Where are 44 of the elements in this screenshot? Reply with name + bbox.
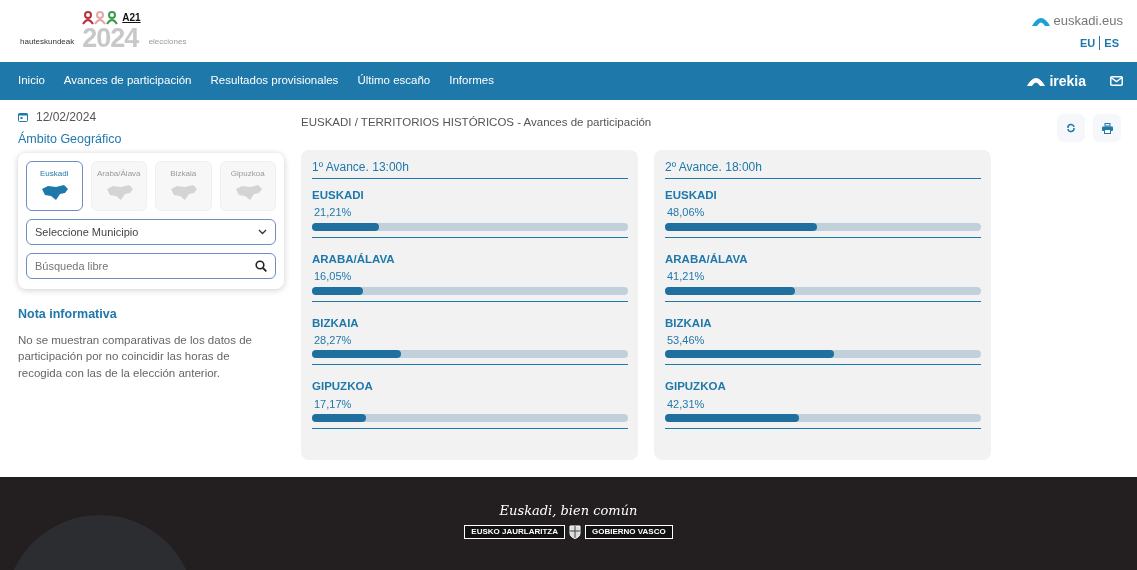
region-name: EUSKADI bbox=[312, 188, 365, 203]
region-tab[interactable]: Gipuzkoa bbox=[219, 160, 276, 211]
logo-label: A21 bbox=[122, 11, 141, 25]
portal-name[interactable]: euskadi.eus bbox=[1053, 11, 1123, 31]
note-text: No se muestran comparativas de los datos de participación por no coincidir las horas de recogida con las de la elección anterior. bbox=[18, 332, 253, 381]
card-title: 2º Avance. 18:00h bbox=[665, 158, 981, 179]
nav-link[interactable]: Resultados provisionales bbox=[210, 72, 339, 90]
region-tab[interactable]: Bizkaia bbox=[155, 160, 212, 211]
percentage-value: 48,06% bbox=[666, 205, 706, 221]
section-title: Ámbito Geográfico bbox=[18, 130, 123, 148]
percentage-value: 21,21% bbox=[313, 205, 353, 221]
region-name: EUSKADI bbox=[665, 188, 718, 203]
slogan-text: Euskadi, bien común bbox=[499, 502, 638, 520]
nav-link[interactable]: Último escaño bbox=[357, 72, 431, 90]
card-title: 1º Avance. 13:00h bbox=[312, 158, 628, 179]
nav-link[interactable]: Informes bbox=[449, 72, 494, 90]
nav-link[interactable]: Avances de participación bbox=[63, 72, 192, 90]
municipality-select[interactable]: Seleccione Municipio bbox=[26, 218, 276, 245]
date-text: 12/02/2024 bbox=[36, 109, 97, 126]
language-link[interactable]: EU bbox=[1076, 34, 1100, 51]
percentage-value: 42,31% bbox=[666, 396, 706, 412]
percentage-value: 17,17% bbox=[313, 396, 353, 412]
seal-label: EUSKO JAURLARITZA bbox=[464, 524, 565, 539]
note-title: Nota informativa bbox=[18, 305, 118, 323]
region-name: BIZKAIA bbox=[312, 315, 360, 331]
breadcrumb-text: EUSKADI / TERRITORIOS HISTÓRICOS - Avances de participación bbox=[300, 115, 652, 130]
nav-link[interactable]: Inicio bbox=[18, 72, 45, 90]
region-name: BIZKAIA bbox=[665, 315, 713, 331]
language-link[interactable]: ES bbox=[1100, 34, 1123, 51]
region-name: GIPUZKOA bbox=[665, 379, 727, 395]
percentage-value: 41,21% bbox=[666, 269, 706, 284]
region-tab[interactable]: Araba/Álava bbox=[90, 160, 147, 211]
region-name: ARABA/ÁLAVA bbox=[665, 251, 749, 267]
region-tab[interactable]: Euskadi bbox=[26, 160, 83, 211]
percentage-value: 16,05% bbox=[313, 269, 353, 284]
seal-label: GOBIERNO VASCO bbox=[585, 524, 673, 539]
logo-subtitle: elecciones bbox=[148, 36, 187, 48]
percentage-value: 53,46% bbox=[666, 332, 706, 348]
search-field[interactable]: Búsqueda libre bbox=[26, 252, 276, 279]
logo-brand-text: hauteskundeak bbox=[20, 36, 75, 48]
irekia-link[interactable]: irekia bbox=[1049, 70, 1086, 92]
region-name: ARABA/ÁLAVA bbox=[312, 251, 396, 267]
region-name: GIPUZKOA bbox=[312, 379, 374, 395]
percentage-value: 28,27% bbox=[313, 332, 353, 348]
